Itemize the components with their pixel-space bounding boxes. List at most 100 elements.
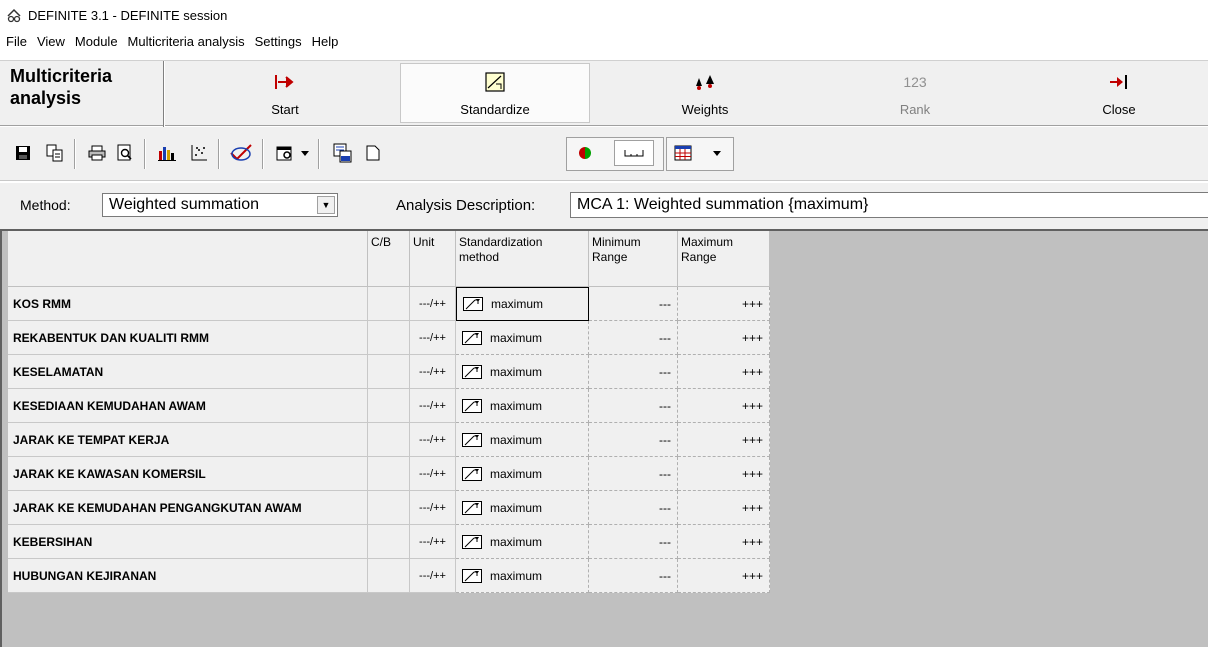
- maximum-method-icon: [462, 466, 482, 481]
- new-page-icon[interactable]: [360, 140, 386, 166]
- maximum-range-cell[interactable]: +++: [678, 457, 770, 491]
- header-max-line1: Maximum: [681, 235, 734, 249]
- criterion-name[interactable]: JARAK KE TEMPAT KERJA: [8, 423, 368, 457]
- paste-icon[interactable]: [330, 140, 356, 166]
- header-max-line2: Range: [681, 250, 717, 264]
- cb-cell[interactable]: [368, 457, 410, 491]
- standardization-method-cell[interactable]: maximum: [456, 423, 589, 457]
- minimum-range-cell[interactable]: ---: [589, 525, 678, 559]
- criterion-name[interactable]: KESELAMATAN: [8, 355, 368, 389]
- cb-cell[interactable]: [368, 423, 410, 457]
- menu-view[interactable]: View: [37, 34, 65, 49]
- standardization-method-cell[interactable]: maximum: [456, 457, 589, 491]
- standardize-icon: [485, 70, 505, 94]
- bar-chart-icon[interactable]: [154, 140, 180, 166]
- maximum-range-cell[interactable]: +++: [678, 321, 770, 355]
- close-arrow-icon: [1108, 70, 1130, 94]
- minimum-range-cell[interactable]: ---: [589, 457, 678, 491]
- module-title-line1: Multicriteria: [10, 66, 113, 86]
- analysis-description-label: Analysis Description:: [396, 197, 536, 214]
- unit-cell[interactable]: ---/++: [410, 423, 456, 457]
- toolbar-separator: [74, 139, 76, 169]
- criterion-name[interactable]: JARAK KE KAWASAN KOMERSIL: [8, 457, 368, 491]
- minimum-range-cell[interactable]: ---: [589, 287, 678, 321]
- unit-cell[interactable]: ---/++: [410, 491, 456, 525]
- standardization-method-cell[interactable]: maximum: [456, 389, 589, 423]
- criterion-name[interactable]: KESEDIAAN KEMUDAHAN AWAM: [8, 389, 368, 423]
- menu-multicriteria-analysis[interactable]: Multicriteria analysis: [128, 34, 245, 49]
- copy-icon[interactable]: [42, 140, 68, 166]
- save-icon[interactable]: [10, 140, 36, 166]
- minimum-range-cell[interactable]: ---: [589, 355, 678, 389]
- cb-cell[interactable]: [368, 389, 410, 423]
- table-dropdown-arrow-icon[interactable]: [708, 140, 726, 166]
- criterion-name[interactable]: KEBERSIHAN: [8, 525, 368, 559]
- criterion-name[interactable]: REKABENTUK DAN KUALITI RMM: [8, 321, 368, 355]
- menu-file[interactable]: File: [6, 34, 27, 49]
- maximum-range-cell[interactable]: +++: [678, 525, 770, 559]
- rank-button[interactable]: 123 Rank: [820, 63, 1010, 123]
- maximum-range-cell[interactable]: +++: [678, 491, 770, 525]
- standardization-method-cell[interactable]: maximum: [456, 355, 589, 389]
- analysis-description-input[interactable]: [570, 192, 1208, 218]
- maximum-range-cell[interactable]: +++: [678, 423, 770, 457]
- print-preview-icon[interactable]: [112, 140, 138, 166]
- unit-cell[interactable]: ---/++: [410, 321, 456, 355]
- unit-cell[interactable]: ---/++: [410, 355, 456, 389]
- table-grid-icon[interactable]: [670, 140, 696, 166]
- unit-cell[interactable]: ---/++: [410, 389, 456, 423]
- unit-cell[interactable]: ---/++: [410, 559, 456, 593]
- minimum-range-cell[interactable]: ---: [589, 559, 678, 593]
- minimum-range-cell[interactable]: ---: [589, 321, 678, 355]
- cb-cell[interactable]: [368, 355, 410, 389]
- toolbar-separator: [318, 139, 320, 169]
- menu-settings[interactable]: Settings: [255, 34, 302, 49]
- cb-cell[interactable]: [368, 321, 410, 355]
- weights-label: Weights: [681, 101, 729, 117]
- header-min-line2: Range: [592, 250, 628, 264]
- definite-app-icon: [7, 8, 21, 23]
- minimum-range-cell[interactable]: ---: [589, 491, 678, 525]
- check-signature-icon[interactable]: [228, 140, 254, 166]
- chevron-down-icon[interactable]: ▼: [317, 196, 335, 214]
- scale-ruler-icon[interactable]: [614, 140, 654, 166]
- minimum-range-cell[interactable]: ---: [589, 389, 678, 423]
- properties-dropdown-arrow-icon[interactable]: [296, 140, 314, 166]
- standardization-method-cell[interactable]: maximum: [456, 491, 589, 525]
- method-label: Method:: [20, 197, 71, 213]
- criterion-name[interactable]: KOS RMM: [8, 287, 368, 321]
- print-icon[interactable]: [84, 140, 110, 166]
- cb-cell[interactable]: [368, 559, 410, 593]
- color-circle-icon[interactable]: [572, 140, 598, 166]
- standardize-button[interactable]: Standardize: [400, 63, 590, 123]
- menu-help[interactable]: Help: [312, 34, 339, 49]
- close-button[interactable]: Close: [1030, 63, 1208, 123]
- header-minimum-range: Minimum Range: [589, 231, 678, 287]
- unit-cell[interactable]: ---/++: [410, 525, 456, 559]
- unit-cell[interactable]: ---/++: [410, 457, 456, 491]
- standardization-method-cell[interactable]: maximum: [456, 321, 589, 355]
- criterion-name[interactable]: JARAK KE KEMUDAHAN PENGANGKUTAN AWAM: [8, 491, 368, 525]
- maximum-range-cell[interactable]: +++: [678, 389, 770, 423]
- maximum-range-cell[interactable]: +++: [678, 559, 770, 593]
- menu-module[interactable]: Module: [75, 34, 118, 49]
- criterion-name[interactable]: HUBUNGAN KEJIRANAN: [8, 559, 368, 593]
- header-unit: Unit: [410, 231, 456, 287]
- toolbar-separator: [218, 139, 220, 169]
- minimum-range-cell[interactable]: ---: [589, 423, 678, 457]
- properties-icon[interactable]: [272, 140, 298, 166]
- cb-cell[interactable]: [368, 491, 410, 525]
- cb-cell[interactable]: [368, 525, 410, 559]
- maximum-range-cell[interactable]: +++: [678, 355, 770, 389]
- method-select[interactable]: Weighted summation ▼: [102, 193, 338, 217]
- start-button[interactable]: Start: [190, 63, 380, 123]
- standardization-method-cell[interactable]: maximum: [456, 525, 589, 559]
- standardization-method-cell[interactable]: maximum: [456, 287, 589, 321]
- weights-button[interactable]: Weights: [610, 63, 800, 123]
- method-text: maximum: [491, 297, 544, 311]
- cb-cell[interactable]: [368, 287, 410, 321]
- standardization-method-cell[interactable]: maximum: [456, 559, 589, 593]
- scatter-plot-icon[interactable]: [186, 140, 212, 166]
- maximum-range-cell[interactable]: +++: [678, 287, 770, 321]
- unit-cell[interactable]: ---/++: [410, 287, 456, 321]
